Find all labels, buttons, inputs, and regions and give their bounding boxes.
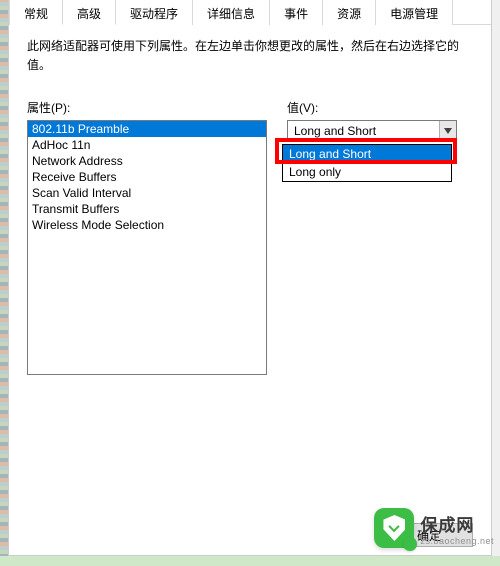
tab-general[interactable]: 常规 <box>9 0 63 25</box>
value-combobox[interactable]: Long and Short <box>287 120 457 142</box>
watermark-subtitle: zs.baocheng.net <box>420 536 494 546</box>
tab-resources[interactable]: 资源 <box>322 0 376 25</box>
list-item[interactable]: Transmit Buffers <box>28 201 266 217</box>
list-item[interactable]: Receive Buffers <box>28 169 266 185</box>
dropdown-item[interactable]: Long and Short <box>283 145 451 163</box>
watermark-badge-icon <box>374 508 414 548</box>
property-label: 属性(P): <box>27 99 267 116</box>
value-label: 值(V): <box>287 99 473 116</box>
dropdown-item[interactable]: Long only <box>283 163 451 181</box>
list-item[interactable]: AdHoc 11n <box>28 137 266 153</box>
tab-details[interactable]: 详细信息 <box>192 0 270 25</box>
description-text: 此网络适配器可使用下列属性。在左边单击你想更改的属性，然后在右边选择它的值。 <box>27 37 473 75</box>
decorative-bottom-strip <box>0 556 500 566</box>
list-item[interactable]: 802.11b Preamble <box>28 121 266 137</box>
combo-selected-text: Long and Short <box>288 124 439 138</box>
combo-dropdown-button[interactable] <box>439 121 456 141</box>
tab-content-advanced: 此网络适配器可使用下列属性。在左边单击你想更改的属性，然后在右边选择它的值。 属… <box>9 25 491 555</box>
properties-dialog: 常规 高级 驱动程序 详细信息 事件 资源 电源管理 此网络适配器可使用下列属性… <box>8 0 492 556</box>
tab-driver[interactable]: 驱动程序 <box>115 0 193 25</box>
list-item[interactable]: Scan Valid Interval <box>28 185 266 201</box>
decorative-left-strip <box>0 0 8 566</box>
list-item[interactable]: Wireless Mode Selection <box>28 217 266 233</box>
watermark-title: 保成网 <box>420 511 494 536</box>
tab-events[interactable]: 事件 <box>269 0 323 25</box>
value-dropdown-list[interactable]: Long and Short Long only <box>282 144 452 182</box>
tab-strip: 常规 高级 驱动程序 详细信息 事件 资源 电源管理 <box>9 0 491 25</box>
tab-power[interactable]: 电源管理 <box>375 0 453 25</box>
watermark: 保成网 zs.baocheng.net <box>374 508 494 548</box>
list-item[interactable]: Network Address <box>28 153 266 169</box>
tab-advanced[interactable]: 高级 <box>62 0 116 25</box>
chevron-down-icon <box>444 128 452 134</box>
property-listbox[interactable]: 802.11b Preamble AdHoc 11n Network Addre… <box>27 120 267 375</box>
